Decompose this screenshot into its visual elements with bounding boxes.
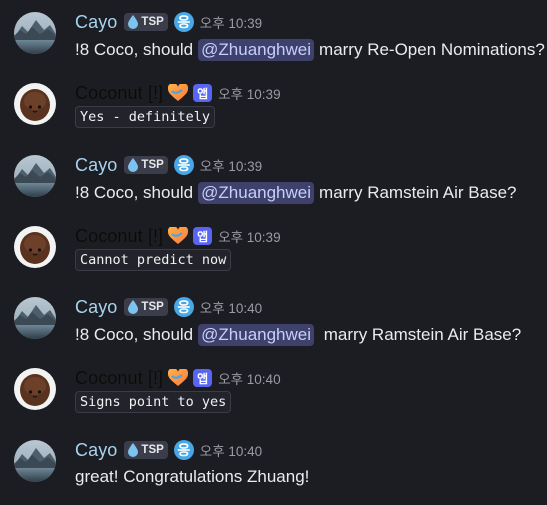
message-4: Coconut [!] 앱 오후 10:39 Cannot predict no…	[0, 221, 547, 291]
cayo-avatar[interactable]	[14, 297, 56, 339]
cayo-avatar[interactable]	[14, 440, 56, 482]
heart-icon	[168, 227, 189, 245]
author-name[interactable]: Coconut [!]	[75, 83, 163, 104]
author-name[interactable]: Coconut [!]	[75, 226, 163, 247]
message-header: Cayo TSP 응 오후 10:40	[75, 438, 262, 462]
author-name[interactable]: Cayo	[75, 12, 117, 33]
coconut-avatar[interactable]	[14, 226, 56, 268]
message-header: Coconut [!] 앱 오후 10:39	[75, 81, 281, 105]
author-name[interactable]: Cayo	[75, 440, 117, 461]
message-6: Coconut [!] 앱 오후 10:40 Signs point to ye…	[0, 363, 547, 433]
message-content: !8 Coco, should @Zhuanghwei marry Re-Ope…	[75, 39, 545, 61]
message-7: Cayo TSP 응 오후 10:40 great! Congratulatio…	[0, 435, 547, 505]
timestamp[interactable]: 오후 10:40	[200, 440, 262, 460]
role-badge[interactable]: 응	[173, 155, 194, 175]
message-2: Coconut [!] 앱 오후 10:39 Yes - definitely	[0, 78, 547, 148]
app-tag: 앱	[193, 369, 213, 387]
message-text: marry Ramstein Air Base?	[319, 325, 522, 344]
heart-icon	[168, 84, 189, 102]
message-text: !8 Coco, should	[75, 40, 194, 59]
water-drop-icon	[128, 443, 139, 457]
timestamp[interactable]: 오후 10:40	[218, 368, 280, 388]
role-badge[interactable]: 응	[173, 297, 194, 317]
water-drop-icon	[128, 158, 139, 172]
coconut-avatar[interactable]	[14, 368, 56, 410]
cayo-avatar[interactable]	[14, 12, 56, 54]
message-content: great! Congratulations Zhuang!	[75, 467, 309, 487]
cayo-avatar[interactable]	[14, 155, 56, 197]
coconut-avatar[interactable]	[14, 83, 56, 125]
author-name[interactable]: Coconut [!]	[75, 368, 163, 389]
guild-tag[interactable]: TSP	[124, 441, 168, 459]
message-header: Cayo TSP 응 오후 10:40	[75, 295, 262, 319]
role-badge[interactable]: 응	[173, 440, 194, 460]
message-text: great! Congratulations Zhuang!	[75, 467, 310, 486]
timestamp[interactable]: 오후 10:39	[200, 155, 262, 175]
app-tag: 앱	[193, 227, 213, 245]
code-block: Cannot predict now	[75, 249, 232, 271]
code-block: Yes - definitely	[75, 106, 216, 128]
guild-tag-label: TSP	[141, 159, 164, 171]
message-content: !8 Coco, should @Zhuanghwei marry Ramste…	[75, 182, 516, 204]
message-text: !8 Coco, should	[75, 183, 194, 202]
role-badge[interactable]: 응	[173, 12, 194, 32]
heart-icon	[168, 369, 189, 387]
user-mention[interactable]: @Zhuanghwei	[198, 182, 315, 204]
code-block: Signs point to yes	[75, 391, 232, 413]
user-mention[interactable]: @Zhuanghwei	[198, 39, 315, 61]
message-header: Cayo TSP 응 오후 10:39	[75, 10, 262, 34]
author-name[interactable]: Cayo	[75, 155, 117, 176]
message-3: Cayo TSP 응 오후 10:39 !8 Coco, should @Zhu…	[0, 150, 547, 220]
message-1: Cayo TSP 응 오후 10:39 !8 Coco, should @Zhu…	[0, 7, 547, 77]
guild-tag[interactable]: TSP	[124, 298, 168, 316]
guild-tag-label: TSP	[141, 16, 164, 28]
message-content: Signs point to yes	[75, 391, 232, 413]
water-drop-icon	[128, 15, 139, 29]
timestamp[interactable]: 오후 10:40	[200, 297, 262, 317]
user-mention[interactable]: @Zhuanghwei	[198, 324, 315, 346]
guild-tag-label: TSP	[141, 444, 164, 456]
message-header: Coconut [!] 앱 오후 10:39	[75, 224, 281, 248]
timestamp[interactable]: 오후 10:39	[200, 12, 262, 32]
message-header: Coconut [!] 앱 오후 10:40	[75, 366, 281, 390]
water-drop-icon	[128, 300, 139, 314]
timestamp[interactable]: 오후 10:39	[218, 226, 280, 246]
author-name[interactable]: Cayo	[75, 297, 117, 318]
message-content: !8 Coco, should @Zhuanghwei marry Ramste…	[75, 324, 521, 346]
message-5: Cayo TSP 응 오후 10:40 !8 Coco, should @Zhu…	[0, 292, 547, 362]
message-header: Cayo TSP 응 오후 10:39	[75, 153, 262, 177]
guild-tag[interactable]: TSP	[124, 156, 168, 174]
timestamp[interactable]: 오후 10:39	[218, 83, 280, 103]
message-text: !8 Coco, should	[75, 325, 194, 344]
message-content: Cannot predict now	[75, 249, 232, 271]
guild-tag-label: TSP	[141, 301, 164, 313]
message-text: marry Re-Open Nominations?	[319, 40, 545, 59]
message-content: Yes - definitely	[75, 106, 216, 128]
guild-tag[interactable]: TSP	[124, 13, 168, 31]
app-tag: 앱	[193, 84, 213, 102]
message-text: marry Ramstein Air Base?	[319, 183, 517, 202]
